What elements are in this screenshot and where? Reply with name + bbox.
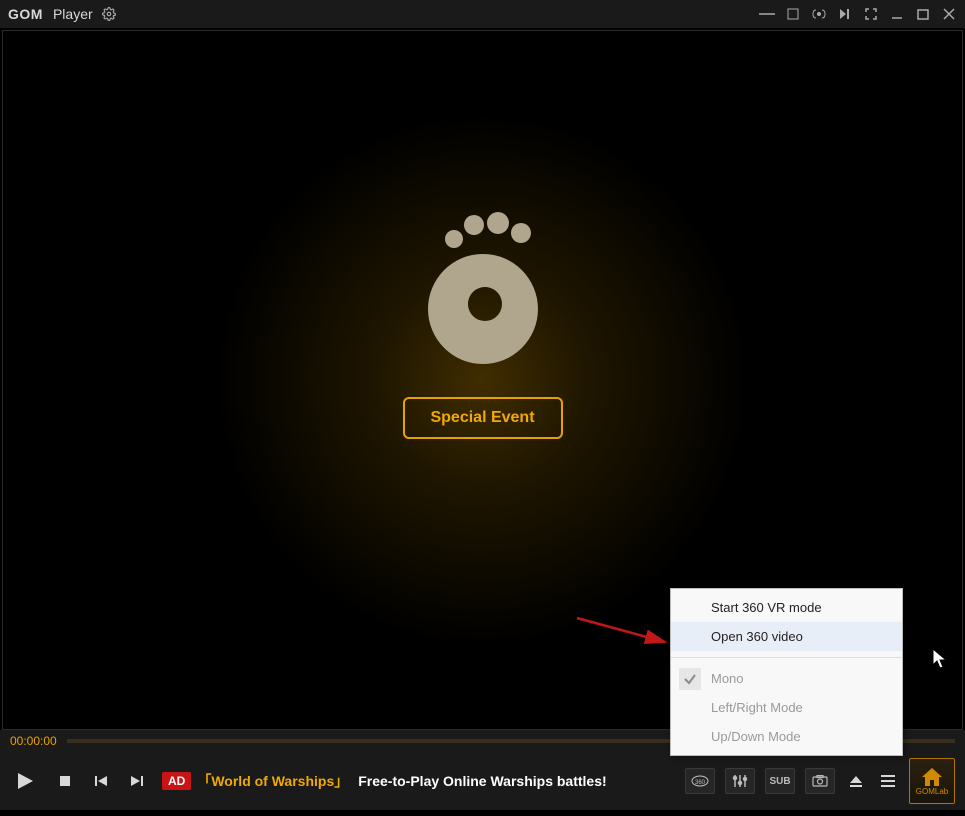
360-button[interactable]: 360 (685, 768, 715, 794)
menu-item-mono-label: Mono (711, 671, 744, 686)
right-control-icons: 360 SUB GOMLab (685, 758, 955, 804)
home-icon (921, 767, 943, 787)
ad-badge: AD (162, 772, 191, 790)
arrow-annotation-icon (575, 612, 675, 652)
ad-text: Free-to-Play Online Warships battles! (358, 773, 606, 789)
gom-foot-logo-icon (407, 209, 557, 369)
context-menu-360: Start 360 VR mode Open 360 video Mono Le… (670, 588, 903, 756)
menu-item-start-360-vr[interactable]: Start 360 VR mode (671, 593, 902, 622)
menu-item-mono: Mono (671, 664, 902, 693)
logo-area: Special Event (402, 209, 562, 439)
mouse-cursor-icon (932, 648, 948, 670)
play-speed-icon[interactable] (837, 6, 853, 22)
maximize-icon[interactable] (915, 6, 931, 22)
playlist-button[interactable] (877, 770, 899, 792)
app-title: GOM Player (8, 6, 117, 22)
check-icon (679, 668, 701, 690)
menu-item-open-360-video[interactable]: Open 360 video (671, 622, 902, 651)
title-controls (759, 6, 957, 22)
gomlab-home-button[interactable]: GOMLab (909, 758, 955, 804)
next-button[interactable] (126, 770, 148, 792)
minimize-icon[interactable] (889, 6, 905, 22)
screenshot-button[interactable] (805, 768, 835, 794)
miniplayer-icon[interactable] (785, 6, 801, 22)
subtitle-button[interactable]: SUB (765, 768, 795, 794)
home-label: GOMLab (916, 787, 948, 796)
equalizer-button[interactable] (725, 768, 755, 794)
prev-button[interactable] (90, 770, 112, 792)
play-button[interactable] (10, 766, 40, 796)
menu-collapse-icon[interactable] (759, 6, 775, 22)
ad-banner[interactable]: AD 「World of Warships」 Free-to-Play Onli… (162, 771, 671, 791)
titlebar: GOM Player (0, 0, 965, 28)
control-bar: AD 「World of Warships」 Free-to-Play Onli… (0, 752, 965, 810)
current-time: 00:00:00 (10, 734, 57, 748)
brand-light: Player (53, 6, 93, 22)
menu-item-left-right: Left/Right Mode (671, 693, 902, 722)
menu-separator (671, 657, 902, 658)
audio-icon[interactable] (811, 6, 827, 22)
fullscreen-icon[interactable] (863, 6, 879, 22)
eject-button[interactable] (845, 770, 867, 792)
gear-icon[interactable] (101, 6, 117, 22)
menu-item-up-down: Up/Down Mode (671, 722, 902, 751)
ad-title: 「World of Warships」 (197, 771, 348, 791)
stop-button[interactable] (54, 770, 76, 792)
close-icon[interactable] (941, 6, 957, 22)
brand-bold: GOM (8, 6, 43, 22)
special-event-button[interactable]: Special Event (402, 397, 562, 439)
svg-text:360: 360 (695, 780, 706, 786)
